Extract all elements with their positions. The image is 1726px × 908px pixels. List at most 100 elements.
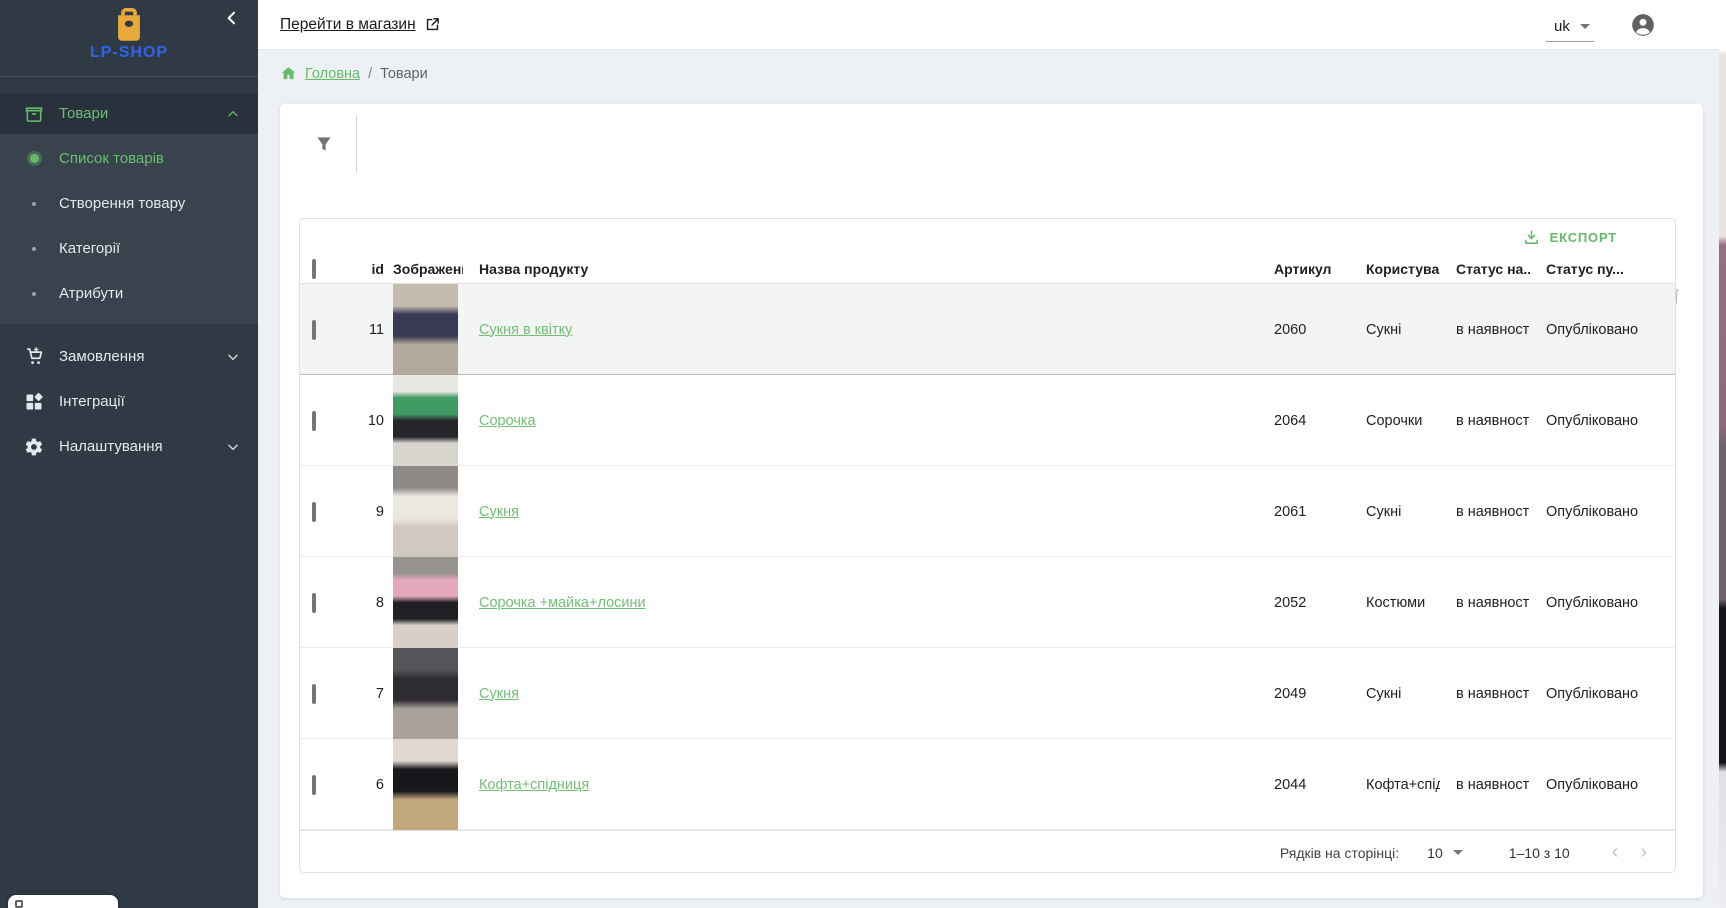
chevron-down-icon xyxy=(226,350,240,364)
cell-sku: 2061 xyxy=(1258,504,1350,520)
caret-down-icon xyxy=(1453,850,1463,855)
language-select[interactable]: uk xyxy=(1546,12,1594,42)
chevron-up-icon xyxy=(226,107,240,121)
product-name-link[interactable]: Сорочка xyxy=(479,413,536,429)
caret-down-icon xyxy=(1580,24,1590,29)
sidebar: LP-SHOP Товари Список товарів Створення … xyxy=(0,0,258,908)
select-all-checkbox[interactable] xyxy=(312,259,316,279)
cell-publish-status: Опубліковано xyxy=(1530,777,1675,793)
column-header-category[interactable]: Користува... xyxy=(1350,261,1440,277)
screen-edge-sliver xyxy=(1719,0,1726,908)
row-checkbox[interactable] xyxy=(312,593,316,613)
sidebar-item-label: Категорії xyxy=(59,240,120,257)
product-thumbnail[interactable] xyxy=(393,284,458,375)
cell-id: 11 xyxy=(341,322,384,338)
sidebar-item-label: Атрибути xyxy=(59,285,123,302)
column-header-image[interactable]: Зображення xyxy=(384,261,463,277)
filter-funnel-icon[interactable] xyxy=(314,134,334,154)
cell-sku: 2044 xyxy=(1258,777,1350,793)
sidebar-collapse-button[interactable] xyxy=(224,10,240,26)
sidebar-group-products[interactable]: Товари xyxy=(0,93,258,134)
product-thumbnail[interactable] xyxy=(393,466,458,557)
cell-publish-status: Опубліковано xyxy=(1530,595,1675,611)
next-page-button[interactable]: › xyxy=(1640,841,1647,864)
filter-bar xyxy=(280,104,1703,184)
brand-logo[interactable]: LP-SHOP xyxy=(0,0,258,62)
product-name-link[interactable]: Сукня xyxy=(479,504,519,520)
cell-category: Сукні xyxy=(1350,504,1440,520)
sidebar-group-label: Налаштування xyxy=(59,438,226,455)
sidebar-group-orders[interactable]: Замовлення xyxy=(0,334,258,379)
row-checkbox[interactable] xyxy=(312,320,316,340)
gear-icon xyxy=(22,435,46,459)
go-to-store-link[interactable]: Перейти в магазин xyxy=(280,16,441,34)
cell-stock-status: в наявності xyxy=(1440,686,1530,702)
cell-publish-status: Опубліковано xyxy=(1530,413,1675,429)
sidebar-item-product-list[interactable]: Список товарів xyxy=(0,136,258,181)
product-thumbnail[interactable] xyxy=(393,557,458,648)
cart-plus-icon xyxy=(22,345,46,369)
sidebar-group-label: Товари xyxy=(59,105,226,122)
sidebar-group-label: Замовлення xyxy=(59,348,226,365)
external-link-icon xyxy=(424,16,441,33)
product-thumbnail[interactable] xyxy=(393,375,458,466)
products-card: ЕКСПОРТ id Зображення Назва продукту Арт… xyxy=(280,104,1703,898)
popup-icon xyxy=(15,900,23,908)
table-row: 9 Сукня 2061 Сукні в наявності Опубліков… xyxy=(300,466,1675,557)
sidebar-group-settings[interactable]: Налаштування xyxy=(0,424,258,469)
product-thumbnail[interactable] xyxy=(393,648,458,739)
column-header-name[interactable]: Назва продукту xyxy=(463,261,1258,277)
pagination: Рядків на сторінці: 10 1–10 з 10 ‹ › xyxy=(300,830,1675,873)
cell-category: Сукні xyxy=(1350,322,1440,338)
active-bullet-icon xyxy=(22,154,46,163)
breadcrumb: Головна / Товари xyxy=(280,65,428,82)
pagination-range: 1–10 з 10 xyxy=(1509,845,1570,861)
rows-per-page-label: Рядків на сторінці: xyxy=(1280,845,1399,861)
sidebar-item-create-product[interactable]: Створення товару xyxy=(0,181,258,226)
download-icon xyxy=(1523,229,1540,246)
breadcrumb-current: Товари xyxy=(380,66,428,82)
cell-stock-status: в наявності xyxy=(1440,777,1530,793)
sidebar-item-label: Інтеграції xyxy=(59,393,240,410)
cell-id: 9 xyxy=(341,504,384,520)
sidebar-item-attributes[interactable]: Атрибути xyxy=(0,271,258,316)
products-table: ЕКСПОРТ id Зображення Назва продукту Арт… xyxy=(299,218,1676,873)
cell-id: 10 xyxy=(341,413,384,429)
product-name-link[interactable]: Сорочка +майка+лосини xyxy=(479,595,646,611)
column-header-id[interactable]: id xyxy=(341,261,384,277)
sidebar-item-integrations[interactable]: Інтеграції xyxy=(0,379,258,424)
sidebar-item-categories[interactable]: Категорії xyxy=(0,226,258,271)
cell-publish-status: Опубліковано xyxy=(1530,322,1675,338)
product-name-link[interactable]: Сукня в квітку xyxy=(479,322,572,338)
shopping-bag-icon xyxy=(114,8,144,42)
product-name-link[interactable]: Сукня xyxy=(479,686,519,702)
bottom-left-popup[interactable] xyxy=(8,895,118,908)
go-to-store-label: Перейти в магазин xyxy=(280,16,416,34)
account-avatar-button[interactable] xyxy=(1630,12,1656,38)
cell-category: Сорочки xyxy=(1350,413,1440,429)
chevron-left-icon xyxy=(224,10,240,26)
table-row: 10 Сорочка 2064 Сорочки в наявності Опуб… xyxy=(300,375,1675,466)
breadcrumb-home-link[interactable]: Головна xyxy=(305,66,360,82)
product-name-link[interactable]: Кофта+спідниця xyxy=(479,777,589,793)
column-header-publish-status[interactable]: Статус пу... xyxy=(1530,261,1675,277)
cell-category: Костюми xyxy=(1350,595,1440,611)
row-checkbox[interactable] xyxy=(312,502,316,522)
table-row: 6 Кофта+спідниця 2044 Кофта+спідниц в на… xyxy=(300,739,1675,830)
export-button[interactable]: ЕКСПОРТ xyxy=(1523,229,1617,246)
column-header-stock-status[interactable]: Статус на... xyxy=(1440,261,1530,277)
chevron-down-icon xyxy=(226,440,240,454)
row-checkbox[interactable] xyxy=(312,411,316,431)
row-checkbox[interactable] xyxy=(312,684,316,704)
filter-divider xyxy=(356,115,357,173)
product-thumbnail[interactable] xyxy=(393,739,458,830)
brand-name: LP-SHOP xyxy=(0,44,258,62)
cell-id: 7 xyxy=(341,686,384,702)
table-body: 11 Сукня в квітку 2060 Сукні в наявності… xyxy=(300,284,1675,830)
previous-page-button[interactable]: ‹ xyxy=(1612,841,1619,864)
column-header-sku[interactable]: Артикул xyxy=(1258,261,1350,277)
rows-per-page-select[interactable]: 10 xyxy=(1427,845,1463,861)
row-checkbox[interactable] xyxy=(312,775,316,795)
export-label: ЕКСПОРТ xyxy=(1550,230,1617,245)
bullet-icon xyxy=(22,247,46,251)
